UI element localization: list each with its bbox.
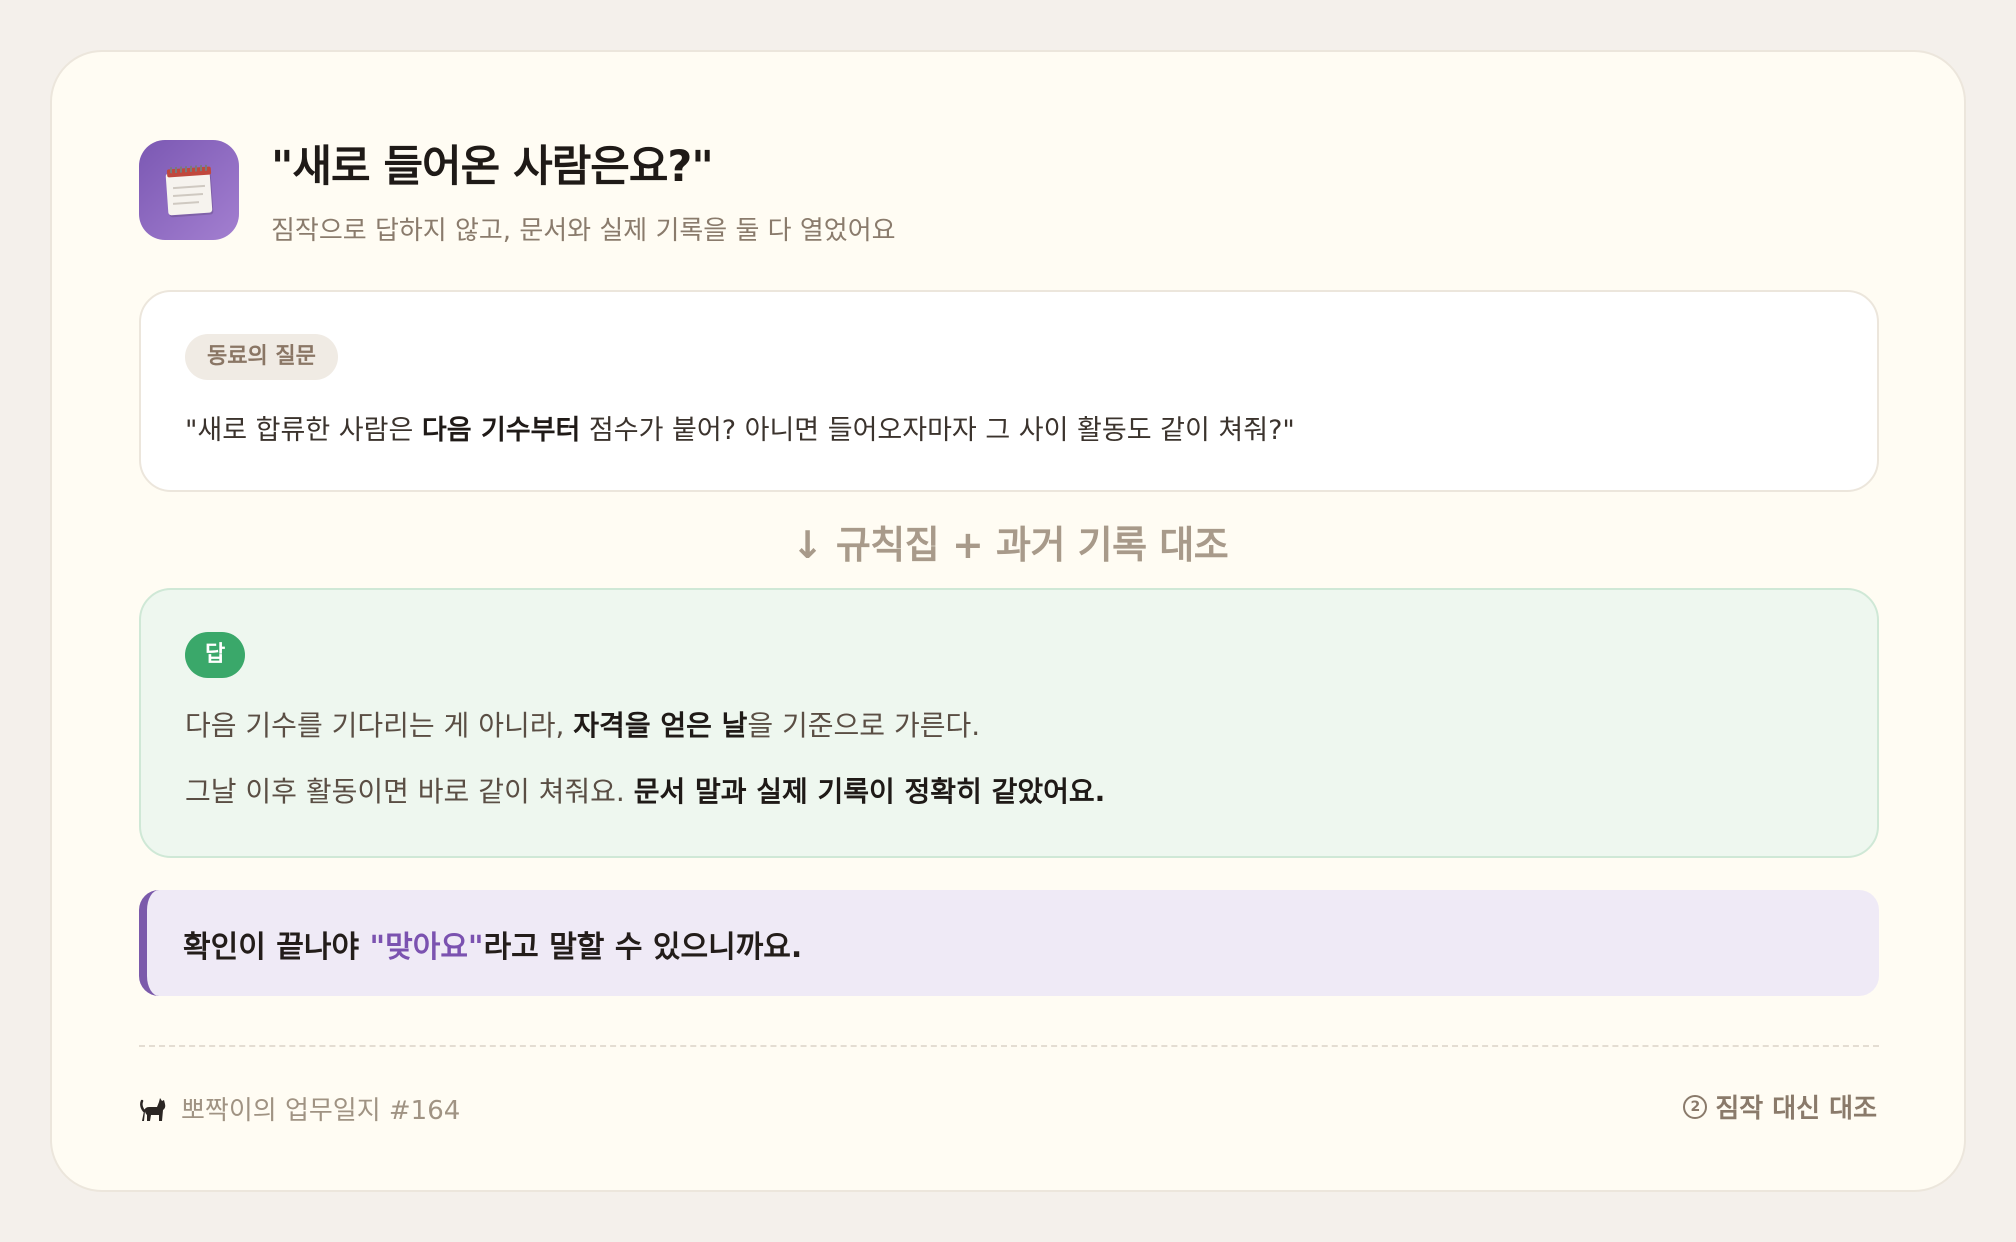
content-card: "새로 들어온 사람은요?" 짐작으로 답하지 않고, 문서와 실제 기록을 둘… — [50, 50, 1966, 1192]
comparison-label: ↓ 규칙집 + 과거 기록 대조 — [791, 523, 1229, 567]
black-cat-icon — [140, 1097, 166, 1121]
header-titles: "새로 들어온 사람은요?" 짐작으로 답하지 않고, 문서와 실제 기록을 둘… — [271, 132, 896, 247]
question-text-post: 점수가 붙어? 아니면 들어오자마자 그 사이 활동도 같이 쳐줘?" — [580, 415, 1295, 446]
answer-line-2: 그날 이후 활동이면 바로 같이 쳐줘요. 문서 말과 실제 기록이 정확히 같… — [185, 770, 1105, 810]
page-subtitle: 짐작으로 답하지 않고, 문서와 실제 기록을 둘 다 열었어요 — [271, 216, 896, 246]
question-box: 동료의 질문 "새로 합류한 사람은 다음 기수부터 점수가 붙어? 아니면 들… — [139, 290, 1879, 492]
note-callout: 확인이 끝나야 "맞아요"라고 말할 수 있으니까요. — [139, 890, 1879, 996]
footer-divider — [139, 1045, 1879, 1047]
note-text: 확인이 끝나야 "맞아요"라고 말할 수 있으니까요. — [183, 922, 802, 966]
app-icon — [139, 139, 239, 240]
header: "새로 들어온 사람은요?" 짐작으로 답하지 않고, 문서와 실제 기록을 둘… — [139, 132, 896, 247]
question-text-pre: "새로 합류한 사람은 — [185, 415, 422, 446]
answer-line-2-bold: 문서 말과 실제 기록이 정확히 같았어요. — [633, 775, 1106, 808]
footer-left: 뽀짝이의 업무일지 #164 — [139, 1090, 460, 1127]
question-badge: 동료의 질문 — [185, 334, 338, 380]
note-text-post: 라고 말할 수 있으니까요. — [483, 930, 803, 965]
page-title: "새로 들어온 사람은요?" — [271, 142, 714, 192]
answer-line-1-pre: 다음 기수를 기다리는 게 아니라, — [185, 709, 574, 742]
note-text-pre: 확인이 끝나야 — [183, 930, 370, 965]
answer-badge: 답 — [185, 632, 246, 678]
footer-tagline: 짐작 대신 대조 — [1715, 1094, 1877, 1124]
footer-right: 2 짐작 대신 대조 — [1683, 1088, 1877, 1125]
answer-line-1-bold: 자격을 얻은 날 — [573, 709, 748, 742]
question-text: "새로 합류한 사람은 다음 기수부터 점수가 붙어? 아니면 들어오자마자 그… — [185, 408, 1295, 447]
question-text-bold: 다음 기수부터 — [421, 415, 581, 446]
answer-line-1-post: 을 기준으로 가른다. — [747, 709, 981, 742]
note-text-highlight: "맞아요" — [369, 930, 484, 965]
footer-log-text: 뽀짝이의 업무일지 #164 — [181, 1096, 461, 1126]
answer-line-2-pre: 그날 이후 활동이면 바로 같이 쳐줘요. — [185, 775, 634, 808]
answer-box: 답 다음 기수를 기다리는 게 아니라, 자격을 얻은 날을 기준으로 가른다.… — [139, 588, 1879, 858]
spiral-notepad-icon — [165, 164, 213, 215]
circled-number-icon: 2 — [1683, 1094, 1708, 1119]
answer-line-1: 다음 기수를 기다리는 게 아니라, 자격을 얻은 날을 기준으로 가른다. — [185, 704, 980, 744]
